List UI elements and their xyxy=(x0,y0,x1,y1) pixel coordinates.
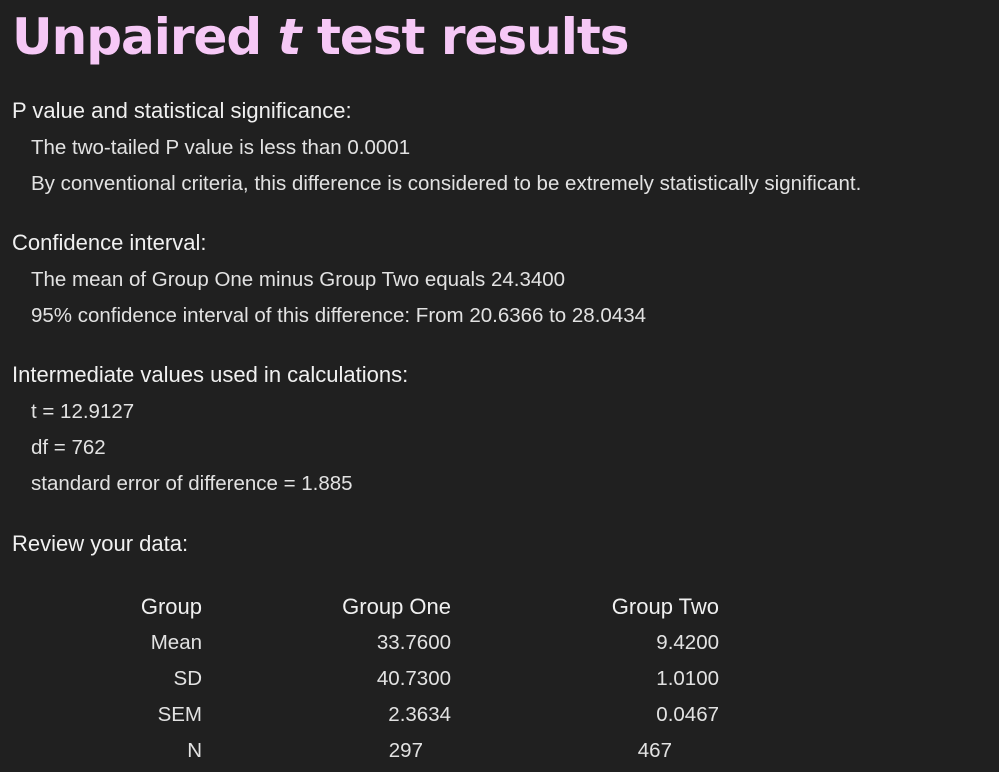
group-two-value: 467 xyxy=(637,739,672,762)
group-one-value: 33.7600 xyxy=(376,631,451,654)
review-data-table: Group Group One Group Two Mean 33.7600 9… xyxy=(120,589,719,769)
table-row: Mean 33.7600 9.4200 xyxy=(120,625,719,661)
intermediate-df: df = 762 xyxy=(31,436,106,459)
title-suffix: test results xyxy=(300,8,630,66)
confidence-line-1: The mean of Group One minus Group Two eq… xyxy=(31,268,566,291)
confidence-heading: Confidence interval: xyxy=(12,230,207,255)
page-title: Unpaired t test results xyxy=(12,0,630,74)
row-label: N xyxy=(187,739,202,762)
row-label: SEM xyxy=(157,703,202,726)
intermediate-heading: Intermediate values used in calculations… xyxy=(12,362,409,387)
table-row: N 297 467 xyxy=(120,733,719,769)
group-one-value: 297 xyxy=(388,739,423,762)
results-page: Unpaired t test results P value and stat… xyxy=(0,0,999,772)
column-header-group-one: Group One xyxy=(342,594,451,619)
column-header-group-two: Group Two xyxy=(611,594,719,619)
pvalue-heading: P value and statistical significance: xyxy=(12,98,352,123)
table-row: SD 40.7300 1.0100 xyxy=(120,661,719,697)
intermediate-t: t = 12.9127 xyxy=(31,400,135,423)
confidence-line-2: 95% confidence interval of this differen… xyxy=(31,304,647,327)
title-prefix: Unpaired xyxy=(12,8,278,66)
pvalue-line-1: The two-tailed P value is less than 0.00… xyxy=(31,136,411,159)
row-label: SD xyxy=(173,667,202,690)
table-row: SEM 2.3634 0.0467 xyxy=(120,697,719,733)
group-one-value: 2.3634 xyxy=(388,703,451,726)
group-two-value: 9.4200 xyxy=(656,631,719,654)
row-label: Mean xyxy=(150,631,202,654)
table-header-row: Group Group One Group Two xyxy=(120,589,719,625)
column-header-group: Group xyxy=(140,594,202,619)
title-variable: t xyxy=(277,8,302,66)
group-one-value: 40.7300 xyxy=(376,667,451,690)
review-heading: Review your data: xyxy=(12,531,189,556)
pvalue-line-2: By conventional criteria, this differenc… xyxy=(31,172,862,195)
group-two-value: 1.0100 xyxy=(656,667,719,690)
group-two-value: 0.0467 xyxy=(656,703,719,726)
intermediate-se: standard error of difference = 1.885 xyxy=(31,472,353,495)
